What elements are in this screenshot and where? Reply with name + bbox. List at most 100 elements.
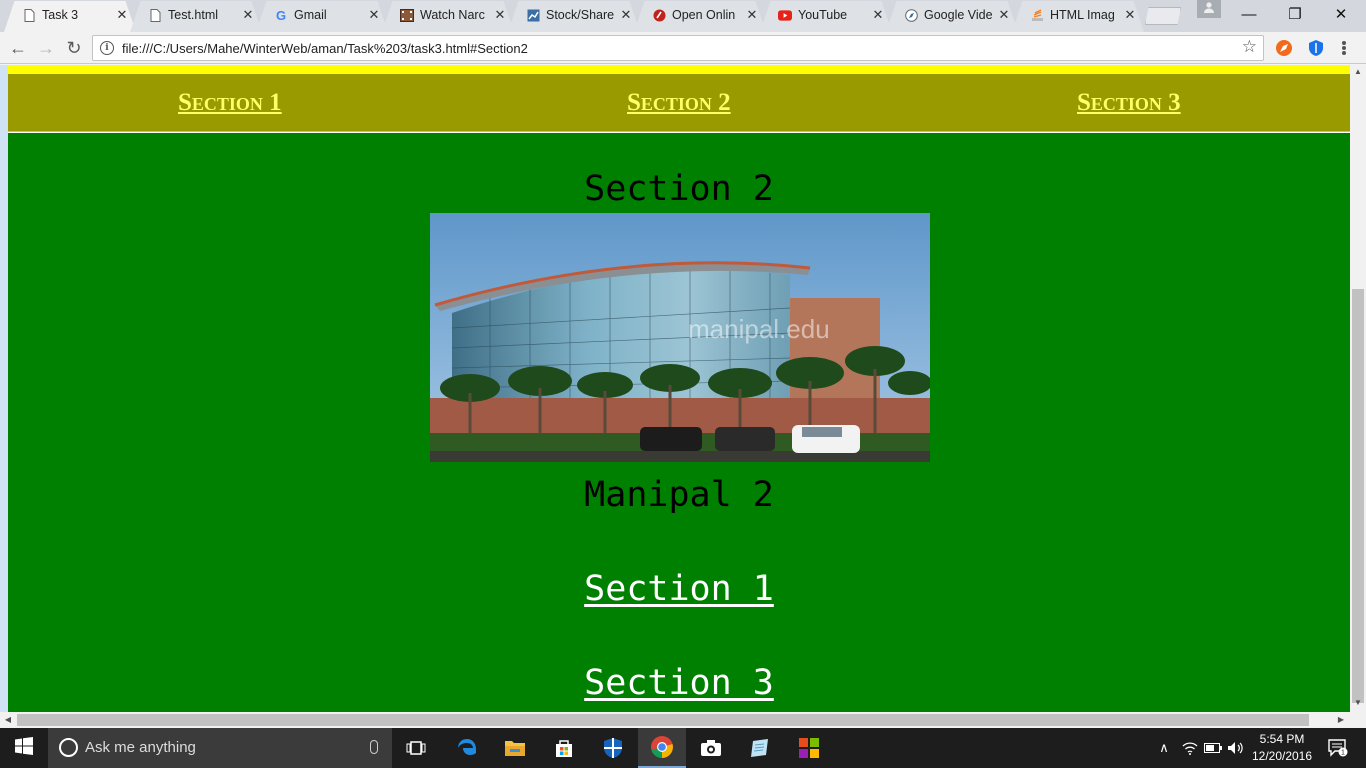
tab-google-video[interactable]: Google Vide ✕ (886, 1, 1018, 32)
horizontal-scroll-thumb[interactable] (17, 714, 1309, 726)
horizontal-scrollbar[interactable]: ◀ ▶ (0, 712, 1366, 728)
chrome-icon[interactable] (638, 728, 686, 768)
section-heading: Section 2 (584, 169, 774, 209)
tab-title: Task 3 (42, 8, 79, 22)
tab-title: Open Onlin (672, 8, 736, 22)
tab-title: Test.html (168, 8, 219, 22)
scroll-right-arrow-icon[interactable]: ▶ (1334, 712, 1348, 728)
browser-toolbar: ← → ↻ i file:///C:/Users/Mahe/WinterWeb/… (0, 32, 1366, 64)
back-button[interactable]: ← (6, 36, 30, 60)
close-icon[interactable]: ✕ (1122, 7, 1138, 23)
store-icon[interactable] (540, 728, 588, 768)
tab-html-image[interactable]: HTML Imag ✕ (1012, 1, 1144, 32)
nav-link-section-3[interactable]: Section 3 (1077, 89, 1181, 117)
menu-icon[interactable] (1340, 38, 1348, 58)
tab-title: HTML Imag (1050, 8, 1115, 22)
scroll-left-arrow-icon[interactable]: ◀ (1, 712, 15, 728)
link-section-1[interactable]: Section 1 (584, 569, 774, 609)
maximize-button[interactable]: ❐ (1272, 0, 1318, 28)
content-link-row-2: Section 3 (8, 663, 1350, 703)
google-icon: G (275, 7, 287, 23)
tab-gmail[interactable]: G Gmail ✕ (256, 1, 388, 32)
bookmark-star-icon[interactable]: ☆ (1242, 37, 1257, 57)
cortana-search-box[interactable]: Ask me anything (48, 728, 392, 768)
tab-title: Gmail (294, 8, 327, 22)
volume-icon[interactable] (1226, 728, 1246, 768)
top-yellow-bar (8, 65, 1350, 74)
scroll-up-arrow-icon[interactable]: ▲ (1350, 65, 1366, 79)
notification-count: 1 (1341, 750, 1345, 757)
person-icon (1203, 0, 1215, 18)
compass-icon (904, 8, 918, 22)
office-icon[interactable] (785, 728, 833, 768)
nav-link-section-2[interactable]: Section 2 (627, 89, 731, 117)
profile-button[interactable] (1197, 0, 1221, 18)
content-link-row-1: Section 1 (8, 569, 1350, 609)
microphone-icon[interactable] (370, 740, 378, 754)
link-section-3[interactable]: Section 3 (584, 663, 774, 703)
address-bar[interactable]: i file:///C:/Users/Mahe/WinterWeb/aman/T… (92, 35, 1264, 61)
notes-icon[interactable] (736, 728, 784, 768)
extension-rocket-icon[interactable] (1275, 39, 1293, 57)
vertical-scrollbar[interactable]: ▲ ▼ (1350, 65, 1366, 712)
stack-icon (1030, 8, 1044, 22)
minimize-button[interactable]: — (1226, 0, 1272, 28)
building-watermark: manipal.edu (688, 314, 830, 344)
page-icon (22, 8, 36, 22)
close-icon[interactable]: ✕ (618, 7, 634, 23)
tab-title: YouTube (798, 8, 848, 22)
close-window-button[interactable]: ✕ (1318, 0, 1364, 28)
close-icon[interactable]: ✕ (366, 7, 382, 23)
close-icon[interactable]: ✕ (996, 7, 1012, 23)
tab-watch-narc[interactable]: Watch Narc ✕ (382, 1, 514, 32)
action-center-icon[interactable]: 1 (1318, 728, 1358, 768)
reload-button[interactable]: ↻ (62, 36, 86, 60)
youtube-icon (778, 8, 792, 22)
scroll-down-arrow-icon[interactable]: ▼ (1350, 696, 1366, 710)
film-icon (400, 8, 414, 22)
tray-overflow-chevron-icon[interactable]: ∧ (1154, 728, 1174, 768)
edge-icon[interactable] (443, 728, 491, 768)
section-2-content: Section 2 manipal.edu Manipal 2 Section … (8, 133, 1350, 712)
tab-stock-share[interactable]: Stock/Share ✕ (508, 1, 640, 32)
manipal-building-image: manipal.edu (430, 213, 930, 462)
task-view-icon[interactable] (392, 728, 440, 768)
search-placeholder: Ask me anything (85, 739, 196, 756)
close-icon[interactable]: ✕ (240, 7, 256, 23)
tab-title: Watch Narc (420, 8, 485, 22)
image-caption: Manipal 2 (584, 475, 774, 515)
tab-task3[interactable]: Task 3 ✕ (4, 1, 136, 32)
start-button[interactable] (0, 728, 48, 768)
nav-link-section-1[interactable]: Section 1 (178, 89, 282, 117)
close-icon[interactable]: ✕ (744, 7, 760, 23)
tab-youtube[interactable]: YouTube ✕ (760, 1, 892, 32)
page-left-edge (0, 65, 8, 712)
windows-taskbar: Ask me anything ∧ 5:54 PM 12/20/2016 1 (0, 728, 1366, 768)
clock-date: 12/20/2016 (1251, 749, 1313, 763)
page-icon (148, 8, 162, 22)
tab-open-online[interactable]: Open Onlin ✕ (634, 1, 766, 32)
tab-title: Stock/Share (546, 8, 615, 22)
close-icon[interactable]: ✕ (870, 7, 886, 23)
battery-icon[interactable] (1203, 728, 1223, 768)
pen-icon (652, 8, 666, 22)
file-explorer-icon[interactable] (491, 728, 539, 768)
close-icon[interactable]: ✕ (114, 7, 130, 23)
info-icon[interactable]: i (100, 41, 114, 55)
forward-button[interactable]: → (34, 36, 58, 60)
tab-title: Google Vide (924, 8, 993, 22)
url-text[interactable]: file:///C:/Users/Mahe/WinterWeb/aman/Tas… (122, 41, 528, 56)
section-navbar: Section 1 Section 2 Section 3 (8, 74, 1350, 132)
close-icon[interactable]: ✕ (492, 7, 508, 23)
vertical-scroll-thumb[interactable] (1352, 289, 1364, 703)
camera-icon[interactable] (687, 728, 735, 768)
page-viewport: Section 1 Section 2 Section 3 Section 2 (0, 65, 1366, 712)
chart-icon (526, 8, 540, 22)
new-tab-button[interactable] (1145, 7, 1181, 25)
wifi-icon[interactable] (1180, 728, 1200, 768)
extension-shield-icon[interactable] (1307, 39, 1325, 57)
tab-test-html[interactable]: Test.html ✕ (130, 1, 262, 32)
defender-icon[interactable] (589, 728, 637, 768)
windows-logo-icon (15, 736, 33, 760)
taskbar-clock[interactable]: 5:54 PM 12/20/2016 (1246, 731, 1318, 765)
